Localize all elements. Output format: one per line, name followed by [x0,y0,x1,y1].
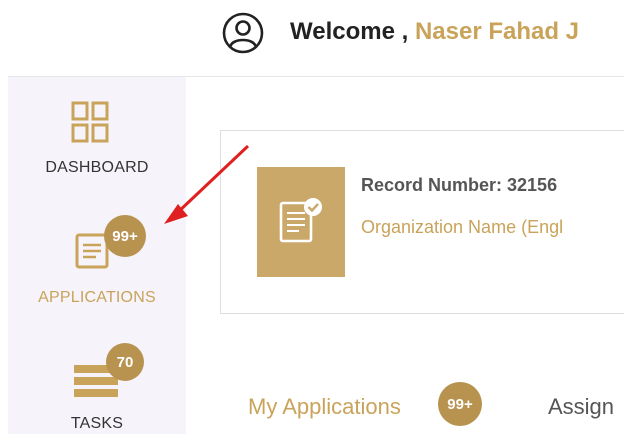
tab-label: Assign [548,394,615,419]
organization-name: Organization Name (Engl [361,217,564,237]
record-card[interactable]: Record Number: 32156 Organization Name (… [220,130,624,314]
grid-icon [71,101,109,143]
sidebar-item-dashboard[interactable]: DASHBOARD [8,77,186,197]
sidebar-item-label: TASKS [70,415,124,432]
tab-label: My Applications [248,394,401,419]
welcome-prefix: Welcome , [290,18,415,45]
my-applications-badge: 99+ [438,382,482,426]
sidebar-item-label: DASHBOARD [45,159,149,176]
tab-my-applications[interactable]: My Applications [248,394,401,420]
header: Welcome , Naser Fahad J [0,0,624,78]
sidebar-item-applications[interactable]: 99+ APPLICATIONS [8,197,186,317]
applications-badge: 99+ [104,215,146,257]
record-number: Record Number: 32156 [361,175,558,195]
application-tabs: My Applications 99+ Assign [248,380,624,434]
sidebar-item-tasks[interactable]: 70 TASKS [8,317,186,434]
welcome-message: Welcome , Naser Fahad J [290,18,579,46]
sidebar: DASHBOARD 99+ APPLICATIONS 70 TASKS [8,77,186,434]
tasks-badge: 70 [106,343,144,381]
record-thumbnail [257,167,345,277]
user-name: Naser Fahad J [414,18,580,45]
sidebar-item-label: APPLICATIONS [38,289,156,306]
certificate-icon [279,198,322,243]
user-circle-icon[interactable] [222,12,264,54]
tab-assigned[interactable]: Assign [548,394,614,420]
